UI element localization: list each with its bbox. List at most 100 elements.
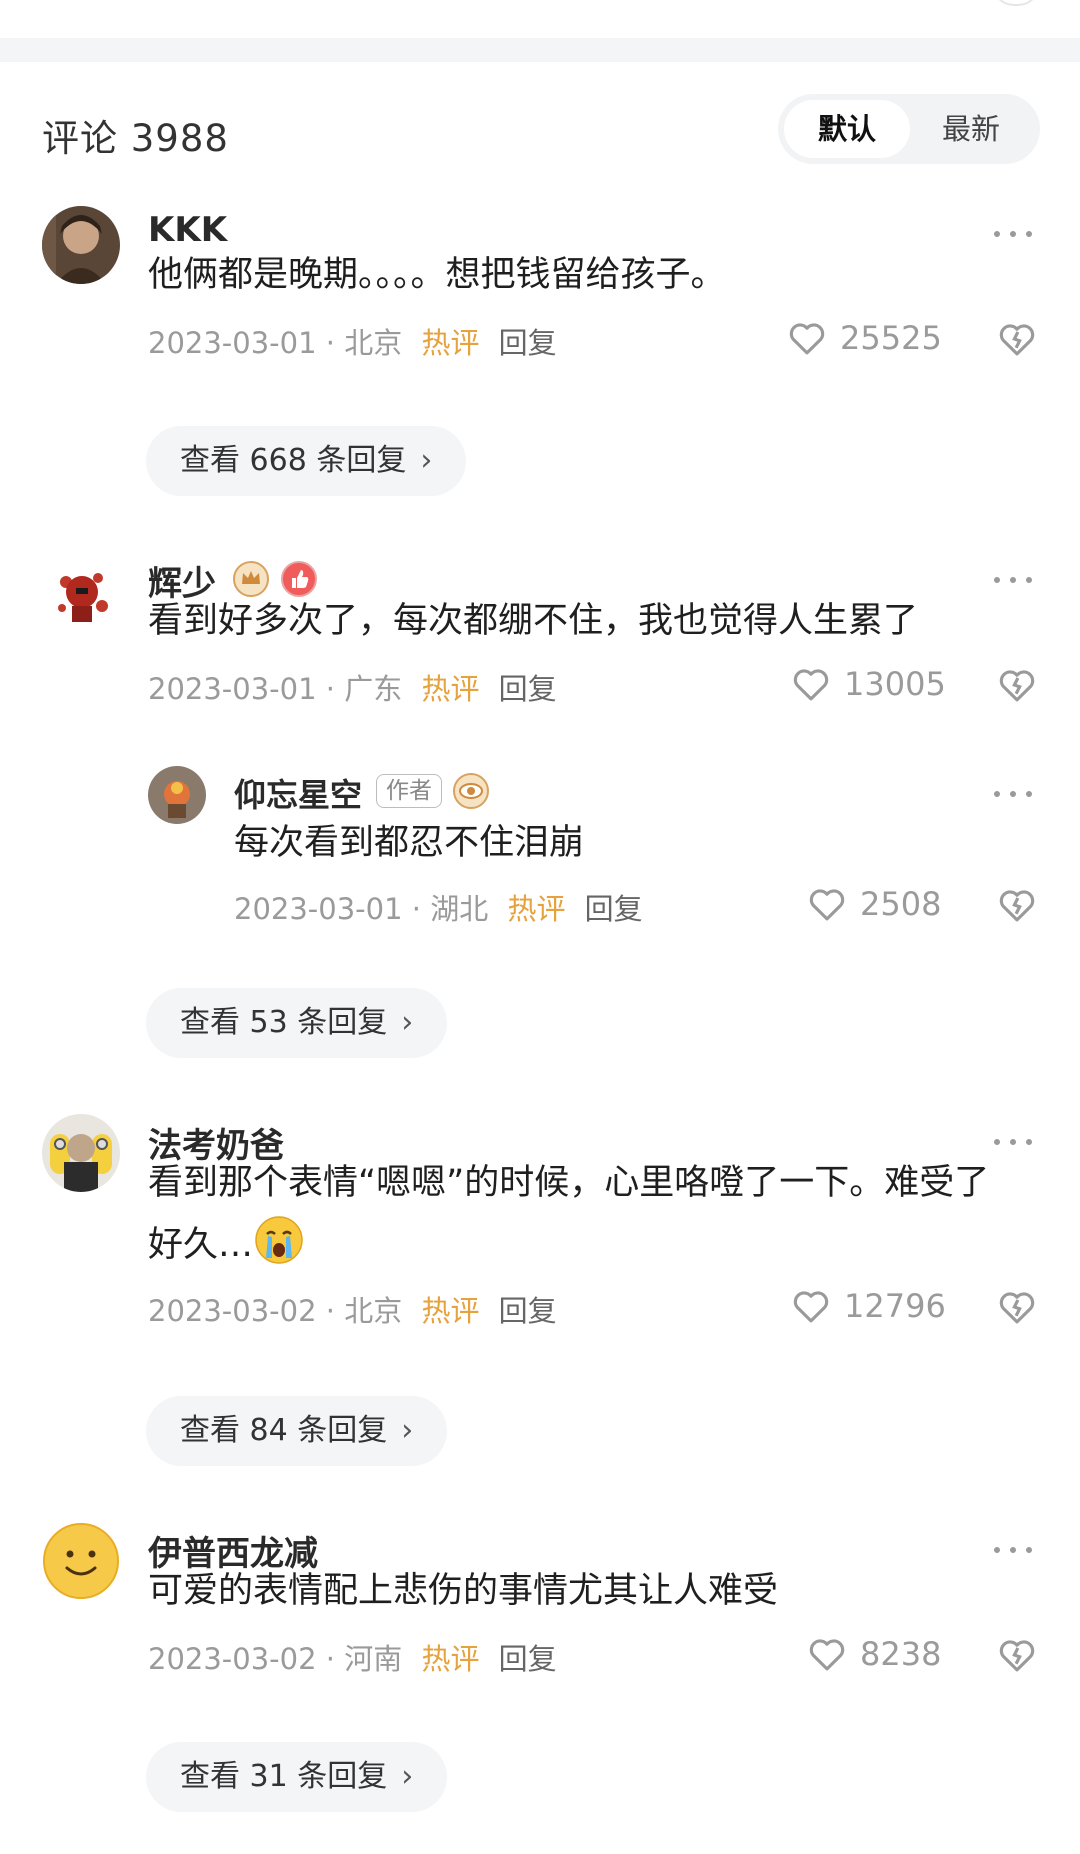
hot-label: 热评 <box>421 672 480 706</box>
broken-heart-icon <box>999 324 1035 356</box>
reply-button[interactable]: 回复 <box>499 326 557 360</box>
crying-emoji-icon <box>255 1216 303 1264</box>
like-count: 12796 <box>844 1287 946 1325</box>
broken-heart-icon <box>999 1292 1035 1324</box>
section-divider <box>0 38 1080 62</box>
reply-button[interactable]: 回复 <box>585 892 643 926</box>
comment-text: 看到那个表情“嗯嗯”的时候，心里咯噔了一下。难受了 好久… <box>148 1152 1028 1276</box>
like-count: 8238 <box>860 1635 942 1673</box>
view-replies-button[interactable]: 查看 668 条回复 › <box>146 426 467 496</box>
avatar[interactable] <box>42 206 120 284</box>
more-icon[interactable] <box>994 226 1034 240</box>
top-strip <box>0 0 1080 38</box>
author-tag: 作者 <box>376 774 442 808</box>
meta-separator: · <box>316 1642 345 1676</box>
comments-header: 评论 3988 默认 最新 <box>0 62 1080 192</box>
comment-item: 伊普西龙减 可爱的表情配上悲伤的事情尤其让人难受 2023-03-02 · 河南… <box>0 1506 1080 1846</box>
comment-date: 2023-03-01 <box>234 892 403 926</box>
comment-text: 他俩都是晚期。。。。想把钱留给孩子。 <box>148 255 726 295</box>
like-count: 25525 <box>840 319 942 357</box>
meta-separator: · <box>316 1294 345 1328</box>
comment-text-tail: 好久… <box>148 1225 254 1265</box>
avatar-image <box>43 1523 119 1599</box>
comment-text-line-2: 好久… <box>148 1214 1028 1276</box>
avatar[interactable] <box>42 1114 120 1192</box>
chevron-right-icon: › <box>401 1005 414 1040</box>
broken-heart-icon <box>999 1640 1035 1672</box>
comment-date: 2023-03-01 <box>148 672 317 706</box>
sub-reply: 仰忘星空 作者 每次看到都忍不住泪崩 2023-03-01 · 湖北 热评 回复… <box>0 750 1080 950</box>
comment-date: 2023-03-01 <box>148 326 317 360</box>
hot-label: 热评 <box>507 892 566 926</box>
comment-location: 广东 <box>344 672 403 706</box>
comment-location: 北京 <box>344 326 403 360</box>
comment-count: 评论 3988 <box>42 117 229 160</box>
heart-icon <box>809 889 845 921</box>
comment-meta: 2023-03-01 · 湖北 热评 回复 <box>234 886 643 928</box>
reply-button[interactable]: 回复 <box>499 672 557 706</box>
hot-label: 热评 <box>421 1294 480 1328</box>
view-replies-button[interactable]: 查看 53 条回复 › <box>146 988 448 1058</box>
comment-location: 湖北 <box>430 892 489 926</box>
like-button[interactable]: 25525 <box>786 314 942 362</box>
hot-label: 热评 <box>421 1642 480 1676</box>
meta-separator: · <box>316 672 345 706</box>
hot-label: 热评 <box>421 326 480 360</box>
more-icon[interactable] <box>994 572 1034 586</box>
dislike-button[interactable] <box>996 664 1038 706</box>
comment-item: 辉少 看到好多次了，每次都绷不住，我也觉得人生累了 2023-03-01 · 广… <box>0 536 1080 1076</box>
more-icon[interactable] <box>994 1542 1034 1556</box>
avatar-image <box>42 552 120 630</box>
username[interactable]: 仰忘星空 <box>234 770 362 816</box>
reply-button[interactable]: 回复 <box>499 1642 557 1676</box>
avatar-image <box>148 766 206 824</box>
sort-default-button[interactable]: 默认 <box>784 100 910 158</box>
more-icon[interactable] <box>994 786 1034 800</box>
view-replies-label: 查看 84 条回复 <box>180 1413 388 1448</box>
like-button[interactable]: 12796 <box>790 1282 946 1330</box>
heart-icon <box>793 669 829 701</box>
like-button[interactable]: 8238 <box>806 1630 941 1678</box>
comment-item: 法考奶爸 看到那个表情“嗯嗯”的时候，心里咯噔了一下。难受了 好久… 2023-… <box>0 1098 1080 1484</box>
dislike-button[interactable] <box>996 1634 1038 1676</box>
view-replies-button[interactable]: 查看 84 条回复 › <box>146 1396 448 1466</box>
chevron-right-icon: › <box>420 443 433 478</box>
view-replies-label: 查看 668 条回复 <box>180 443 407 478</box>
comment-meta: 2023-03-02 · 北京 热评 回复 <box>148 1288 557 1330</box>
comment-location: 北京 <box>344 1294 403 1328</box>
chevron-right-icon: › <box>401 1759 414 1794</box>
sort-toggle: 默认 最新 <box>778 94 1040 164</box>
avatar[interactable] <box>42 1522 120 1600</box>
broken-heart-icon <box>999 890 1035 922</box>
top-control-edge <box>992 0 1040 6</box>
eye-badge-icon <box>452 772 490 810</box>
like-count: 2508 <box>860 885 942 923</box>
heart-icon <box>809 1639 845 1671</box>
like-button[interactable]: 13005 <box>790 660 946 708</box>
comment-meta: 2023-03-01 · 北京 热评 回复 <box>148 320 557 362</box>
heart-icon <box>789 323 825 355</box>
avatar-image <box>42 1114 120 1192</box>
chevron-right-icon: › <box>401 1413 414 1448</box>
avatar[interactable] <box>42 552 120 630</box>
sort-latest-button[interactable]: 最新 <box>908 100 1034 158</box>
avatar-image <box>42 206 120 284</box>
like-button[interactable]: 2508 <box>806 880 941 928</box>
comment-location: 河南 <box>344 1642 403 1676</box>
view-replies-label: 查看 53 条回复 <box>180 1005 388 1040</box>
more-icon[interactable] <box>994 1134 1034 1148</box>
dislike-button[interactable] <box>996 1286 1038 1328</box>
heart-icon <box>793 1291 829 1323</box>
meta-separator: · <box>402 892 431 926</box>
reply-button[interactable]: 回复 <box>499 1294 557 1328</box>
comment-date: 2023-03-02 <box>148 1294 317 1328</box>
comment-text: 看到好多次了，每次都绷不住，我也觉得人生累了 <box>148 601 919 641</box>
comment-item: KKK 他俩都是晚期。。。。想把钱留给孩子。 2023-03-01 · 北京 热… <box>0 190 1080 520</box>
dislike-button[interactable] <box>996 884 1038 926</box>
comment-text: 可爱的表情配上悲伤的事情尤其让人难受 <box>148 1571 779 1611</box>
view-replies-button[interactable]: 查看 31 条回复 › <box>146 1742 448 1812</box>
dislike-button[interactable] <box>996 318 1038 360</box>
comment-text: 每次看到都忍不住泪崩 <box>234 823 585 863</box>
avatar[interactable] <box>148 766 206 824</box>
comment-text-line: 看到那个表情“嗯嗯”的时候，心里咯噔了一下。难受了 <box>148 1163 990 1203</box>
